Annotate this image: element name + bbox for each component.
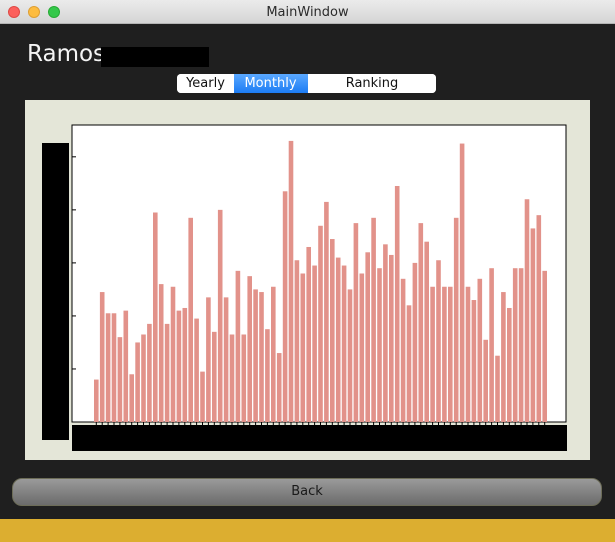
bar xyxy=(265,329,270,422)
bar xyxy=(276,353,282,422)
bar xyxy=(253,289,258,422)
bar xyxy=(424,241,429,422)
bar xyxy=(99,292,105,422)
bar xyxy=(182,307,188,422)
bar xyxy=(495,355,500,422)
bar xyxy=(371,217,376,422)
bar xyxy=(105,313,111,422)
bar xyxy=(164,323,170,422)
bar xyxy=(471,300,477,422)
window-title: MainWindow xyxy=(266,5,349,20)
bar xyxy=(324,201,329,422)
bottom-accent-bar xyxy=(0,519,615,542)
bar xyxy=(389,254,394,422)
bar xyxy=(465,286,471,422)
bar xyxy=(141,334,146,422)
bar xyxy=(129,374,134,422)
bar xyxy=(406,305,412,422)
bar xyxy=(217,209,223,422)
tab-ranking-relative[interactable]: Ranking (relative) xyxy=(308,74,436,93)
bar xyxy=(223,297,229,422)
bar xyxy=(318,225,323,422)
bar xyxy=(312,265,317,422)
bar xyxy=(300,273,306,422)
title-bar: MainWindow xyxy=(0,0,615,24)
bar xyxy=(353,223,359,422)
bar xyxy=(206,297,211,422)
bar xyxy=(377,268,382,422)
bar xyxy=(530,228,536,422)
bar xyxy=(235,270,241,422)
bar xyxy=(117,337,123,422)
bar xyxy=(170,286,176,422)
bar xyxy=(518,268,524,422)
monthly-bar-chart xyxy=(71,124,567,425)
bar xyxy=(347,289,353,422)
bar xyxy=(501,292,506,422)
bar xyxy=(158,284,164,422)
bar xyxy=(536,215,542,422)
bar xyxy=(400,278,406,422)
bar xyxy=(483,339,488,422)
view-segmented-control: Yearly Monthly Ranking (relative) xyxy=(177,74,436,93)
bar xyxy=(335,257,341,422)
bar xyxy=(94,379,99,422)
bar xyxy=(188,217,193,422)
bar xyxy=(271,286,276,422)
bar xyxy=(306,246,311,422)
player-name: Ramos xyxy=(27,41,106,67)
bar xyxy=(176,310,182,423)
bar xyxy=(123,310,129,423)
back-button[interactable]: Back xyxy=(12,478,602,506)
bar xyxy=(194,318,199,422)
bar xyxy=(394,185,400,422)
bar xyxy=(477,278,483,422)
bar xyxy=(200,371,205,422)
tab-monthly[interactable]: Monthly xyxy=(234,74,308,93)
tab-yearly[interactable]: Yearly xyxy=(177,74,234,93)
bar xyxy=(412,262,418,422)
bar xyxy=(512,268,518,422)
bar xyxy=(418,223,424,422)
bar xyxy=(282,191,288,422)
bar xyxy=(430,286,435,422)
bar xyxy=(341,265,347,422)
bar xyxy=(453,217,459,422)
bar xyxy=(507,307,512,422)
bar xyxy=(448,286,453,422)
bar xyxy=(524,199,530,422)
bar xyxy=(294,260,300,422)
bar xyxy=(241,334,247,422)
bar xyxy=(359,273,365,422)
bar xyxy=(229,334,235,422)
bar xyxy=(459,143,465,422)
bar xyxy=(330,239,335,422)
bar xyxy=(111,313,117,422)
bar xyxy=(442,286,447,422)
bar xyxy=(383,244,388,422)
x-axis-redaction xyxy=(72,425,567,451)
redaction-box xyxy=(101,47,209,67)
bar xyxy=(436,260,441,422)
bar xyxy=(489,268,494,422)
bar xyxy=(288,140,294,422)
bar xyxy=(542,270,547,422)
bar xyxy=(153,212,158,422)
bar xyxy=(365,252,370,422)
y-axis-redaction xyxy=(42,143,69,440)
bar xyxy=(259,292,264,422)
bar xyxy=(212,331,217,422)
bar xyxy=(247,276,252,422)
bar xyxy=(147,323,152,422)
bar xyxy=(135,342,140,422)
